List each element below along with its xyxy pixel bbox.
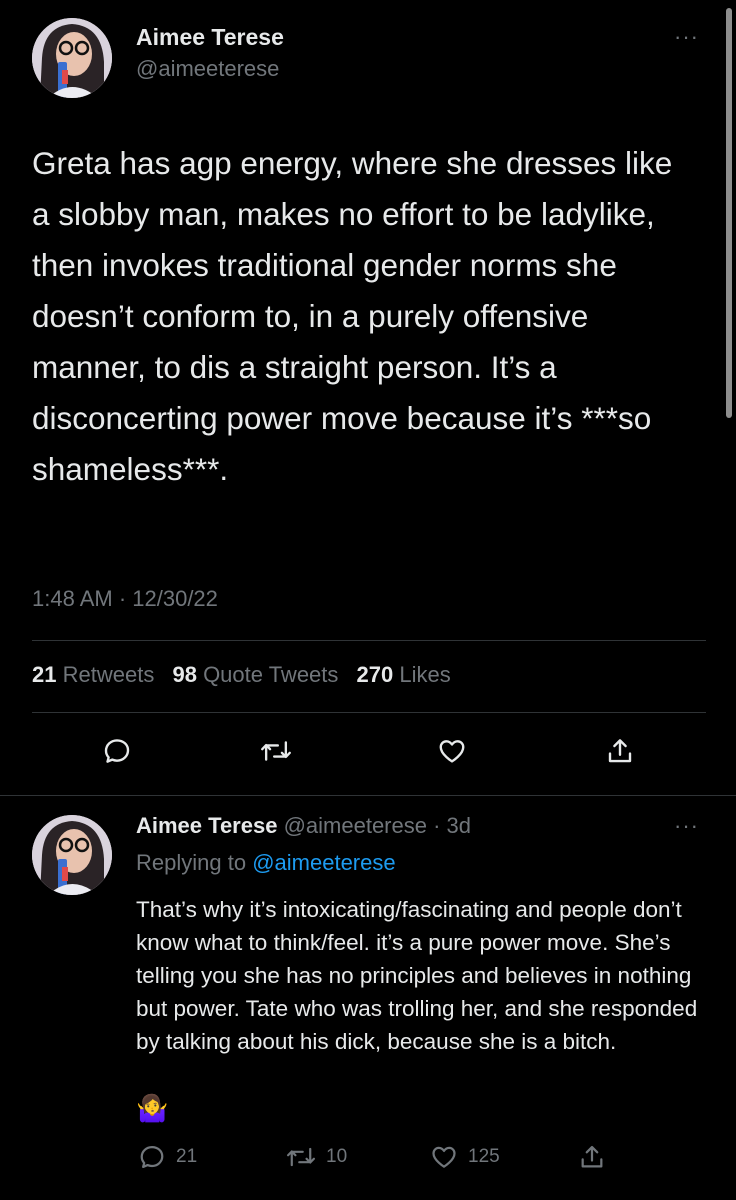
avatar[interactable]: [32, 815, 112, 895]
replying-to-handle[interactable]: @aimeeterese: [252, 850, 395, 875]
display-name[interactable]: Aimee Terese: [136, 24, 284, 51]
likes-count: 270: [356, 662, 394, 687]
avatar-photo: [32, 18, 112, 98]
like-icon: [439, 740, 465, 763]
reply-button[interactable]: 21: [138, 1140, 197, 1174]
retweets-stat[interactable]: 21 Retweets: [32, 662, 160, 687]
more-options-icon[interactable]: ···: [674, 24, 699, 50]
retweet-button[interactable]: 10: [286, 1140, 347, 1174]
retweets-label: Retweets: [62, 662, 155, 687]
like-button[interactable]: 125: [430, 1140, 500, 1174]
reply-button[interactable]: [97, 731, 137, 771]
divider: [32, 712, 706, 713]
avatar-photo: [32, 815, 112, 895]
quote-tweets-label: Quote Tweets: [203, 662, 339, 687]
replying-to-label: Replying to: [136, 850, 247, 875]
share-button[interactable]: [578, 1140, 606, 1174]
share-icon: [581, 1145, 603, 1168]
retweet-button[interactable]: [256, 731, 296, 771]
reply-header: Aimee Terese @aimeeterese · 3d: [136, 813, 471, 839]
share-button[interactable]: [600, 731, 640, 771]
reply-count: 21: [176, 1146, 198, 1167]
like-icon: [432, 1146, 456, 1168]
reply-text: That’s why it’s intoxicating/fascinating…: [136, 897, 698, 1054]
likes-stat[interactable]: 270 Likes: [357, 662, 451, 687]
display-name[interactable]: Aimee Terese: [136, 813, 277, 838]
quote-tweets-stat[interactable]: 98 Quote Tweets: [172, 662, 344, 687]
tweet-separator: [0, 795, 736, 796]
tweet-text: Greta has agp energy, where she dresses …: [32, 145, 682, 487]
shrug-emoji: 🤷‍♀️: [136, 1093, 169, 1123]
retweet-icon: [261, 741, 291, 761]
main-tweet: Aimee Terese @aimeeterese ··· Greta has …: [0, 0, 736, 795]
tweet-timestamp[interactable]: 1:48 AM · 12/30/22: [32, 586, 218, 612]
avatar[interactable]: [32, 18, 112, 98]
handle-and-time[interactable]: @aimeeterese · 3d: [284, 813, 471, 838]
more-options-icon[interactable]: ···: [674, 813, 699, 839]
retweet-count: 10: [326, 1146, 348, 1167]
retweets-count: 21: [32, 662, 57, 687]
likes-label: Likes: [399, 662, 451, 687]
reply-icon: [104, 739, 130, 763]
share-icon: [608, 739, 632, 763]
replying-to: Replying to @aimeeterese: [136, 850, 396, 876]
divider: [32, 640, 706, 641]
reply-icon: [140, 1145, 164, 1169]
like-button[interactable]: [432, 731, 472, 771]
retweet-icon: [286, 1147, 316, 1167]
handle[interactable]: @aimeeterese: [136, 56, 279, 82]
quote-tweets-count: 98: [172, 662, 197, 687]
like-count: 125: [468, 1146, 500, 1167]
tweet-stats: 21 Retweets 98 Quote Tweets 270 Likes: [32, 662, 463, 688]
